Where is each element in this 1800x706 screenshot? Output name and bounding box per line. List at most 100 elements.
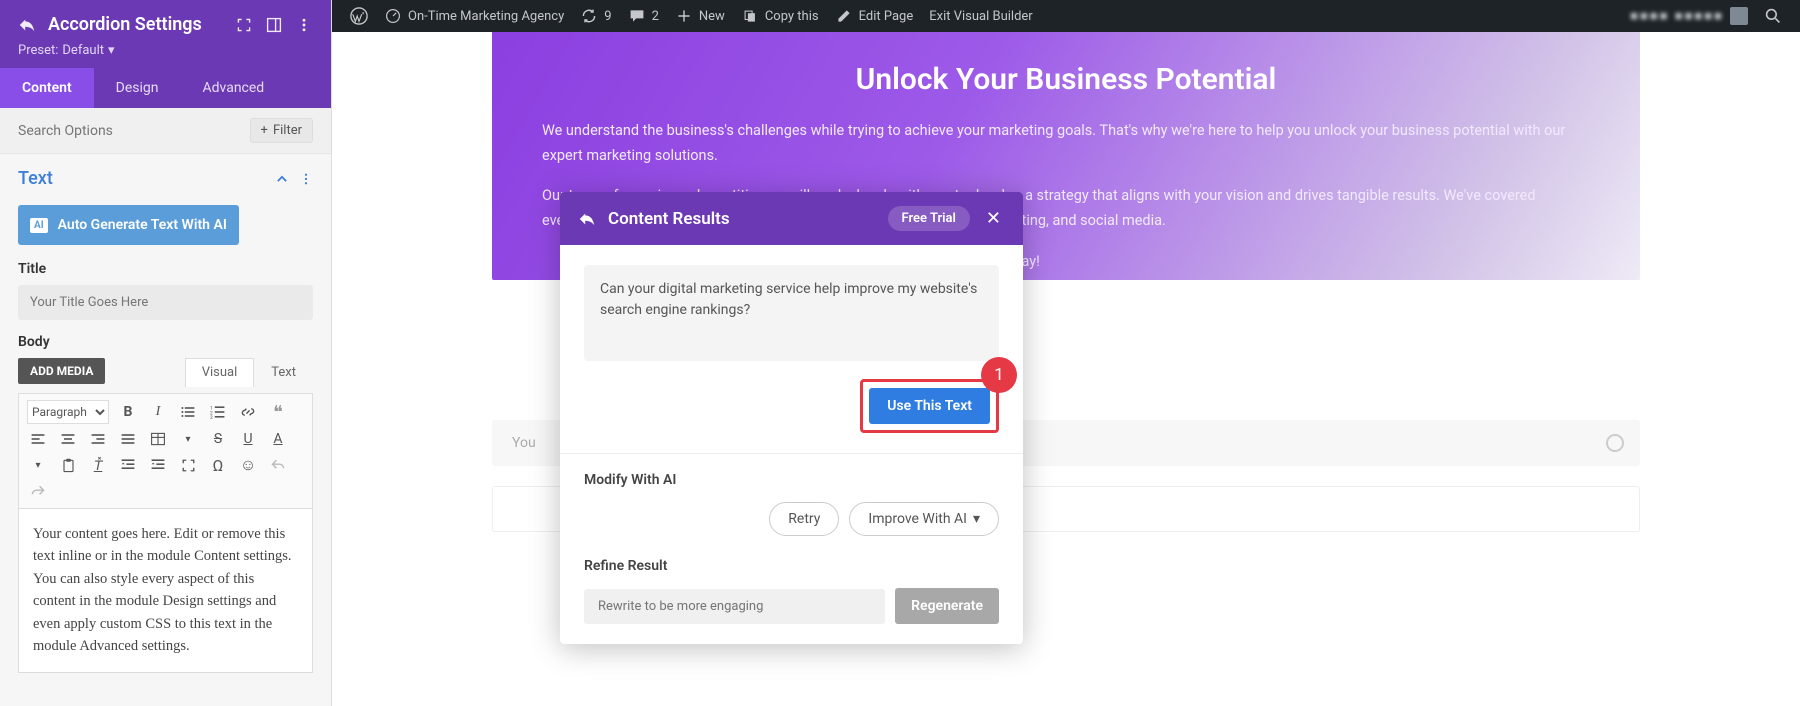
table-chevron-icon[interactable]: ▾ <box>177 428 199 450</box>
underline-icon[interactable]: U <box>237 428 259 450</box>
site-name: On-Time Marketing Agency <box>408 9 564 24</box>
body-label: Body <box>18 334 313 350</box>
copy-link[interactable]: Copy this <box>733 0 827 32</box>
new-label: New <box>699 9 725 24</box>
update-icon <box>580 7 598 25</box>
refine-row: Regenerate <box>584 588 999 624</box>
fullscreen-icon[interactable] <box>177 454 199 476</box>
dashboard-icon <box>384 7 402 25</box>
comments-link[interactable]: 2 <box>620 0 667 32</box>
outdent-icon[interactable] <box>117 454 139 476</box>
auto-generate-ai-button[interactable]: AI Auto Generate Text With AI <box>18 205 239 245</box>
use-text-wrap: Use This Text 1 <box>584 379 999 433</box>
align-center-icon[interactable] <box>57 428 79 450</box>
use-this-text-button[interactable]: Use This Text <box>869 388 990 424</box>
align-justify-icon[interactable] <box>117 428 139 450</box>
body-editor[interactable]: Your content goes here. Edit or remove t… <box>18 509 313 673</box>
bold-icon[interactable]: B <box>117 401 139 423</box>
color-chevron-icon[interactable]: ▾ <box>27 454 49 476</box>
search-icon <box>1764 7 1782 25</box>
paste-icon[interactable] <box>57 454 79 476</box>
regenerate-button[interactable]: Regenerate <box>895 588 999 624</box>
exit-builder-link[interactable]: Exit Visual Builder <box>921 0 1040 32</box>
annotation-highlight: Use This Text <box>860 379 999 433</box>
special-char-icon[interactable]: Ω <box>207 454 229 476</box>
back-icon[interactable] <box>578 210 596 228</box>
sidebar-header: Accordion Settings Preset: Default ▾ <box>0 0 331 68</box>
indent-icon[interactable] <box>147 454 169 476</box>
title-label: Title <box>18 261 313 277</box>
search-options-input[interactable] <box>18 123 240 139</box>
ai-badge: AI <box>30 218 48 233</box>
search-toggle[interactable] <box>1756 0 1790 32</box>
expand-icon <box>1606 434 1624 452</box>
align-right-icon[interactable] <box>87 428 109 450</box>
clear-format-icon[interactable]: T̽ <box>87 454 109 476</box>
modal-body: Can your digital marketing service help … <box>560 245 1023 644</box>
page-canvas: Unlock Your Business Potential We unders… <box>332 32 1800 706</box>
strikethrough-icon[interactable]: S <box>207 428 229 450</box>
user-menu[interactable]: ■■■■ ■■■■■ <box>1622 0 1756 32</box>
italic-icon[interactable]: I <box>147 401 169 423</box>
wp-logo[interactable] <box>342 0 376 32</box>
refine-heading: Refine Result <box>584 558 999 574</box>
close-icon[interactable]: ✕ <box>982 208 1005 229</box>
numbered-list-icon[interactable]: 123 <box>207 401 229 423</box>
preset-value: Default <box>62 43 104 58</box>
link-icon[interactable] <box>237 401 259 423</box>
title-input[interactable] <box>18 285 313 320</box>
more-icon[interactable] <box>295 16 313 34</box>
preset-selector[interactable]: Preset: Default ▾ <box>18 43 313 58</box>
bullet-list-icon[interactable] <box>177 401 199 423</box>
section-title: Text <box>18 168 275 189</box>
text-color-icon[interactable]: A <box>267 428 289 450</box>
faq-text: You <box>512 435 536 451</box>
filter-label: Filter <box>273 123 302 138</box>
modify-heading: Modify With AI <box>584 472 999 488</box>
paragraph-select[interactable]: Paragraph <box>27 400 109 424</box>
chevron-up-icon[interactable] <box>275 172 289 186</box>
table-icon[interactable] <box>147 428 169 450</box>
edit-page-link[interactable]: Edit Page <box>827 0 922 32</box>
result-text-box: Can your digital marketing service help … <box>584 265 999 361</box>
hero-title: Unlock Your Business Potential <box>542 62 1590 97</box>
comment-icon <box>628 7 646 25</box>
undo-icon[interactable] <box>267 454 289 476</box>
body-field-group: Body ADD MEDIA Visual Text Paragraph B I… <box>0 334 331 687</box>
title-field-group: Title <box>0 261 331 334</box>
annotation-badge: 1 <box>981 357 1017 393</box>
tab-advanced[interactable]: Advanced <box>181 68 287 108</box>
redo-icon[interactable] <box>27 480 49 502</box>
add-media-button[interactable]: ADD MEDIA <box>18 358 105 384</box>
editor-tab-visual[interactable]: Visual <box>185 358 255 387</box>
section-more-icon[interactable] <box>299 172 313 186</box>
filter-button[interactable]: +Filter <box>250 118 313 143</box>
editor-tabs: Visual Text <box>185 358 313 387</box>
filter-row: +Filter <box>0 108 331 154</box>
text-section-header[interactable]: Text <box>0 154 331 197</box>
chevron-down-icon: ▾ <box>973 511 980 527</box>
chevron-down-icon: ▾ <box>108 43 115 58</box>
updates-link[interactable]: 9 <box>572 0 619 32</box>
quote-icon[interactable]: ❝ <box>267 401 289 423</box>
refine-input[interactable] <box>584 589 885 624</box>
align-left-icon[interactable] <box>27 428 49 450</box>
layout-icon[interactable] <box>265 16 283 34</box>
editor-toolbar: Paragraph B I 123 ❝ ▾ S U A ▾ T̽ <box>18 393 313 509</box>
emoji-icon[interactable]: ☺ <box>237 454 259 476</box>
retry-button[interactable]: Retry <box>769 502 839 536</box>
tab-design[interactable]: Design <box>94 68 181 108</box>
back-icon[interactable] <box>18 16 36 34</box>
exit-label: Exit Visual Builder <box>929 9 1032 24</box>
tab-content[interactable]: Content <box>0 68 94 108</box>
site-name-link[interactable]: On-Time Marketing Agency <box>376 0 572 32</box>
editor-tab-text[interactable]: Text <box>254 358 313 387</box>
focus-icon[interactable] <box>235 16 253 34</box>
sidebar-body: +Filter Text AI Auto Generate Text With … <box>0 108 331 706</box>
updates-count: 9 <box>604 9 611 24</box>
avatar <box>1730 7 1748 25</box>
improve-with-ai-button[interactable]: Improve With AI▾ <box>849 502 999 536</box>
free-trial-badge[interactable]: Free Trial <box>888 206 970 231</box>
sidebar-tabs: Content Design Advanced <box>0 68 331 108</box>
new-link[interactable]: New <box>667 0 733 32</box>
